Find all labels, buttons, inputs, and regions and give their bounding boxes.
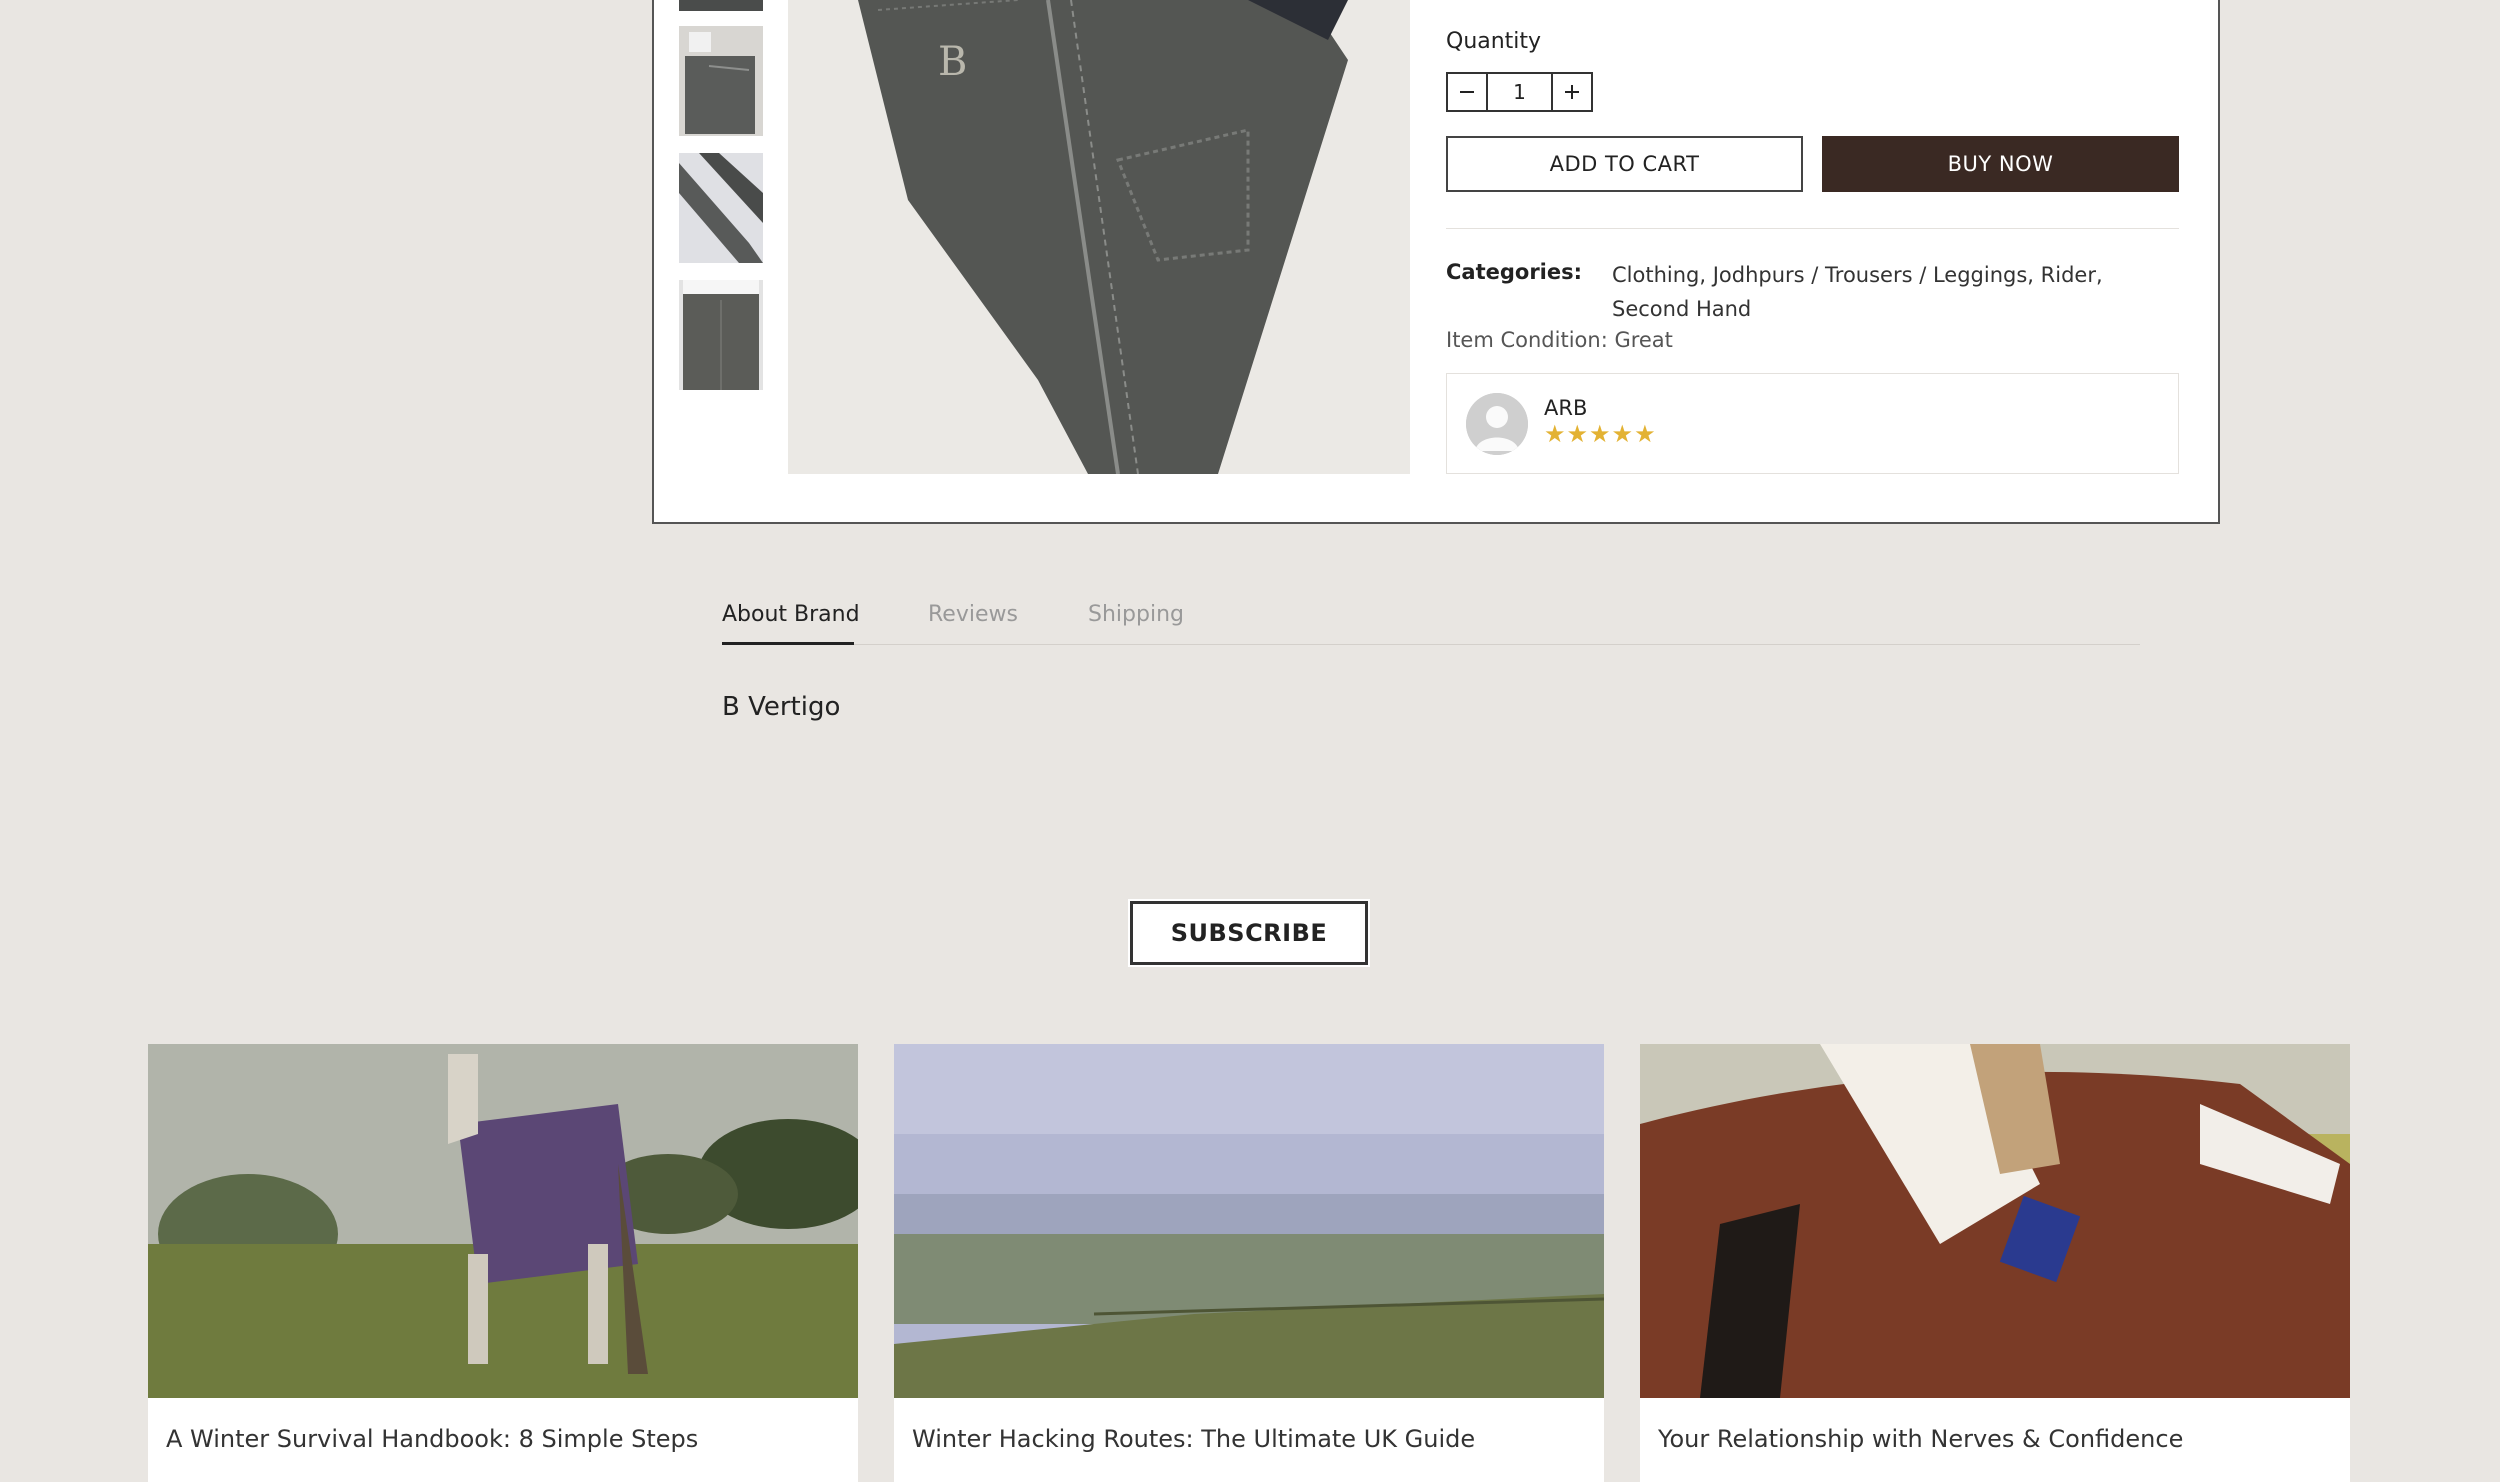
quantity-stepper[interactable]: 1 (1446, 72, 1593, 112)
quantity-label: Quantity (1446, 29, 1542, 54)
thumbnail-1[interactable] (679, 0, 763, 11)
blog-card[interactable]: Winter Hacking Routes: The Ultimate UK G… (894, 1044, 1604, 1482)
blog-image-rider[interactable] (1640, 1044, 2350, 1398)
blog-title[interactable]: A Winter Survival Handbook: 8 Simple Ste… (166, 1425, 698, 1453)
add-to-cart-button[interactable]: ADD TO CART (1446, 136, 1803, 192)
star-rating: ★★★★★ (1544, 420, 1657, 448)
blog-title[interactable]: Winter Hacking Routes: The Ultimate UK G… (912, 1425, 1475, 1453)
thumbnail-2[interactable] (679, 26, 763, 136)
thumbnail-4[interactable] (679, 280, 763, 390)
categories-list[interactable]: Clothing, Jodhpurs / Trousers / Leggings… (1612, 258, 2172, 326)
blog-title[interactable]: Your Relationship with Nerves & Confiden… (1658, 1425, 2183, 1453)
divider (1446, 228, 2179, 229)
tab-shipping[interactable]: Shipping (1088, 602, 1184, 627)
tab-about-brand[interactable]: About Brand (722, 602, 860, 627)
categories-label: Categories: (1446, 260, 1583, 284)
thumbnail-3[interactable] (679, 153, 763, 263)
blog-card[interactable]: Your Relationship with Nerves & Confiden… (1640, 1044, 2350, 1482)
plus-icon[interactable] (1553, 74, 1591, 110)
tab-reviews[interactable]: Reviews (928, 602, 1018, 627)
active-tab-indicator (722, 642, 854, 645)
blog-card[interactable]: A Winter Survival Handbook: 8 Simple Ste… (148, 1044, 858, 1482)
seller-name[interactable]: ARB (1544, 396, 1587, 420)
buy-now-button[interactable]: BUY NOW (1822, 136, 2179, 192)
brand-name: B Vertigo (722, 692, 841, 722)
blog-image-landscape[interactable] (894, 1044, 1604, 1398)
blog-image-horse-rug[interactable] (148, 1044, 858, 1398)
item-condition: Item Condition: Great (1446, 328, 1673, 352)
svg-text:B: B (938, 39, 967, 85)
product-main-image: B (788, 0, 1410, 474)
quantity-input[interactable]: 1 (1486, 74, 1553, 110)
subscribe-button[interactable]: SUBSCRIBE (1130, 901, 1368, 965)
minus-icon[interactable] (1448, 74, 1486, 110)
tabs-divider (722, 644, 2140, 645)
user-avatar-icon (1466, 393, 1528, 455)
